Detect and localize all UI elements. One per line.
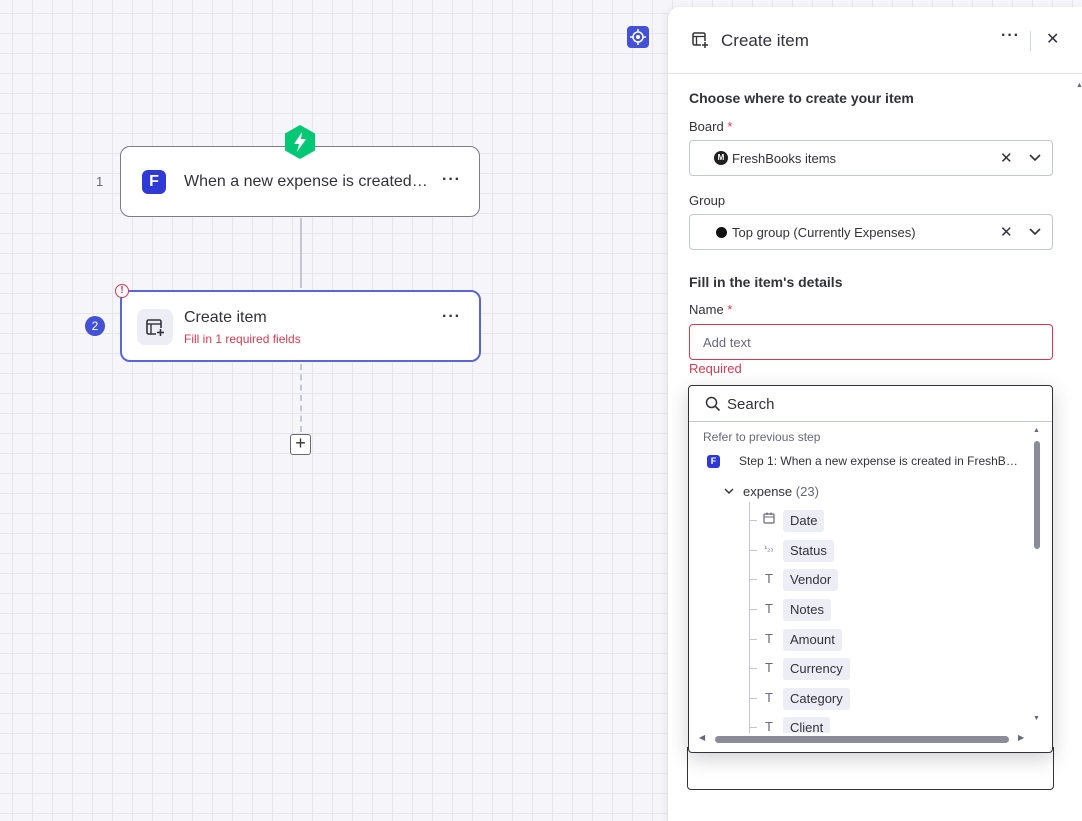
expense-group-toggle[interactable]: expense (23) bbox=[724, 484, 819, 499]
board-avatar: M bbox=[714, 151, 728, 165]
search-input[interactable] bbox=[727, 394, 1027, 414]
scroll-right-icon[interactable]: ▶ bbox=[1018, 733, 1024, 742]
scroll-up-icon[interactable]: ▲ bbox=[1033, 427, 1040, 434]
variable-picker-dropdown: Refer to previous step F Step 1: When a … bbox=[688, 385, 1053, 753]
group-color-dot bbox=[716, 227, 727, 238]
dropdown-search bbox=[689, 386, 1052, 422]
header-divider bbox=[1030, 31, 1031, 51]
panel-scroll-up-icon[interactable]: ▲ bbox=[1076, 82, 1082, 89]
create-item-icon bbox=[137, 309, 173, 345]
trigger-node-menu-button[interactable]: ··· bbox=[442, 171, 461, 189]
freshbooks-logo-icon: F bbox=[707, 455, 720, 468]
panel-title: Create item bbox=[721, 31, 809, 50]
section-title-details: Fill in the item's details bbox=[689, 274, 843, 290]
text-type-icon: T bbox=[765, 601, 773, 616]
dropdown-list: Refer to previous step F Step 1: When a … bbox=[689, 423, 1029, 733]
tree-branch bbox=[749, 668, 757, 669]
group-select[interactable]: Top group (Currently Expenses) ✕ bbox=[689, 214, 1053, 250]
scroll-down-icon[interactable]: ▼ bbox=[1033, 715, 1040, 722]
name-label-text: Name bbox=[689, 302, 724, 317]
name-required-error: Required bbox=[689, 361, 742, 376]
name-input[interactable] bbox=[689, 324, 1053, 360]
field-chip: Client bbox=[783, 717, 831, 733]
field-chip: Category bbox=[783, 688, 850, 710]
tree-branch bbox=[749, 520, 757, 521]
scrollbar-thumb[interactable] bbox=[715, 736, 1009, 743]
field-chip: Currency bbox=[783, 658, 850, 680]
field-chip: Vendor bbox=[783, 569, 839, 591]
vertical-scrollbar[interactable]: ▲ ▼ bbox=[1033, 423, 1043, 733]
chevron-down-icon[interactable] bbox=[1028, 224, 1042, 243]
field-chip: Status bbox=[783, 540, 834, 562]
required-star: * bbox=[727, 302, 733, 317]
close-icon[interactable]: ✕ bbox=[1046, 29, 1059, 49]
text-type-icon: T bbox=[765, 571, 773, 586]
board-label: Board * bbox=[689, 119, 732, 134]
step-number-1: 1 bbox=[96, 174, 104, 189]
horizontal-scrollbar[interactable]: ◀ ▶ bbox=[699, 732, 1029, 746]
tree-branch bbox=[749, 579, 757, 580]
field-box-behind-dropdown[interactable] bbox=[687, 747, 1054, 790]
trigger-lightning-icon bbox=[283, 124, 317, 160]
panel-header: Create item ··· ✕ bbox=[668, 7, 1082, 74]
refer-caption: Refer to previous step bbox=[703, 430, 821, 444]
panel-menu-button[interactable]: ··· bbox=[1001, 27, 1020, 45]
dashed-connector-line bbox=[300, 364, 302, 432]
action-node[interactable]: Create item Fill in 1 required fields ··… bbox=[120, 290, 481, 362]
group-select-value: Top group (Currently Expenses) bbox=[732, 225, 916, 240]
trigger-node-title: When a new expense is created in FreshBo… bbox=[184, 173, 430, 190]
tree-branch bbox=[749, 639, 757, 640]
board-label-text: Board bbox=[689, 119, 724, 134]
freshbooks-logo-icon: F bbox=[142, 170, 166, 194]
tree-branch bbox=[749, 698, 757, 699]
action-node-title: Create item bbox=[184, 309, 267, 326]
calendar-icon bbox=[762, 512, 776, 527]
text-type-icon: T bbox=[765, 631, 773, 646]
scroll-left-icon[interactable]: ◀ bbox=[699, 733, 705, 742]
expense-group-count: (23) bbox=[795, 484, 819, 499]
required-star: * bbox=[727, 119, 733, 134]
tree-branch bbox=[749, 727, 757, 728]
chevron-down-icon bbox=[723, 485, 735, 500]
warning-icon: ! bbox=[115, 284, 129, 298]
field-chip: Amount bbox=[783, 629, 842, 651]
text-type-icon: T bbox=[765, 719, 773, 733]
add-step-button[interactable]: + bbox=[290, 434, 311, 455]
field-chip: Notes bbox=[783, 599, 831, 621]
board-clear-icon[interactable]: ✕ bbox=[1000, 149, 1013, 167]
action-node-menu-button[interactable]: ··· bbox=[442, 308, 461, 326]
step-number-2-badge: 2 bbox=[85, 316, 105, 336]
group-label: Group bbox=[689, 193, 726, 208]
tree-branch bbox=[749, 550, 757, 551]
previous-step-label: Step 1: When a new expense is created in… bbox=[739, 454, 1024, 468]
text-type-icon: T bbox=[765, 660, 773, 675]
expense-group-name: expense bbox=[743, 484, 793, 499]
search-icon bbox=[705, 396, 721, 417]
locate-icon[interactable] bbox=[627, 26, 649, 48]
field-chip: Date bbox=[783, 510, 825, 532]
connector-line bbox=[300, 218, 302, 288]
name-label: Name * bbox=[689, 302, 732, 317]
board-select[interactable]: M FreshBooks items ✕ bbox=[689, 140, 1053, 176]
create-item-icon bbox=[691, 31, 709, 54]
chevron-down-icon[interactable] bbox=[1028, 150, 1042, 169]
board-select-value: FreshBooks items bbox=[732, 151, 837, 166]
section-title-where: Choose where to create your item bbox=[689, 90, 914, 106]
action-node-error-text: Fill in 1 required fields bbox=[184, 332, 301, 346]
numbers-icon: ¹₂₃ bbox=[764, 544, 774, 553]
text-type-icon: T bbox=[765, 690, 773, 705]
scrollbar-thumb[interactable] bbox=[1034, 441, 1040, 549]
tree-branch bbox=[749, 609, 757, 610]
group-clear-icon[interactable]: ✕ bbox=[1000, 223, 1013, 241]
